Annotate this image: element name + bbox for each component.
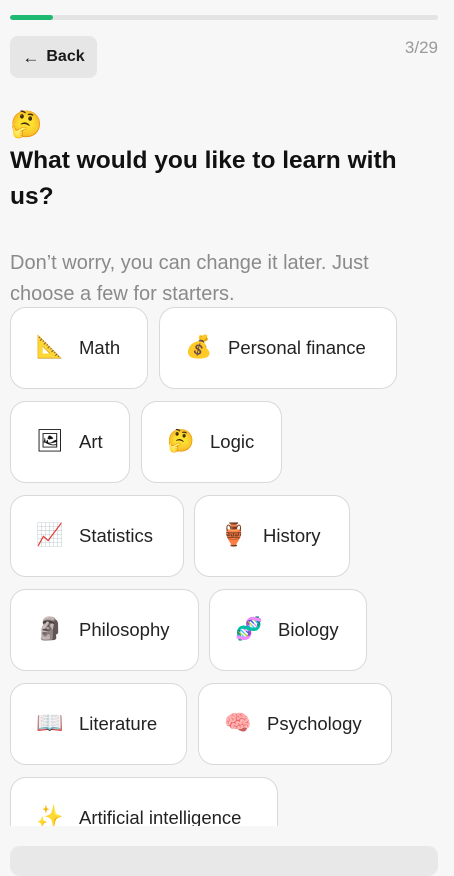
topic-option-label: Artificial intelligence [79, 807, 242, 826]
arrow-left-icon: ← [22, 47, 40, 67]
sparkles-icon: ✨ [36, 805, 64, 827]
money-bag-icon: 💰 [185, 335, 213, 360]
progress-fill [10, 15, 53, 20]
topic-option-label: Statistics [79, 525, 154, 546]
topic-option-artificial-intelligence[interactable]: ✨ Artificial intelligence [10, 777, 278, 826]
chart-increasing-icon: 📈 [36, 523, 64, 548]
topic-option-label: Biology [278, 619, 339, 640]
moai-icon: 🗿 [36, 617, 64, 642]
back-label: Back [46, 48, 85, 65]
page-title: What would you like to learn with us? [10, 147, 397, 210]
topic-option-label: Art [79, 431, 103, 452]
topic-option-logic[interactable]: 🤔 Logic [141, 401, 282, 483]
dna-icon: 🧬 [235, 617, 263, 642]
topic-option-art[interactable]: 🖼 Art [10, 401, 130, 483]
topic-option-label: Logic [210, 431, 255, 452]
back-button[interactable]: ← Back [10, 36, 97, 78]
topic-option-label: Psychology [267, 713, 362, 734]
topic-option-label: Literature [79, 713, 158, 734]
topic-option-biology[interactable]: 🧬 Biology [209, 589, 367, 671]
open-book-icon: 📖 [36, 711, 64, 736]
topic-option-history[interactable]: 🏺 History [194, 495, 350, 577]
topic-option-philosophy[interactable]: 🗿 Philosophy [10, 589, 199, 671]
topic-option-literature[interactable]: 📖 Literature [10, 683, 187, 765]
topic-option-label: Personal finance [228, 337, 366, 358]
topic-option-psychology[interactable]: 🧠 Psychology [198, 683, 392, 765]
topic-option-label: Philosophy [79, 619, 170, 640]
continue-button[interactable] [10, 846, 438, 876]
topic-option-label: Math [79, 337, 121, 358]
framed-picture-icon: 🖼 [36, 429, 64, 454]
thinking-face-icon: 🤔 [167, 429, 195, 454]
topic-options-list[interactable]: 📐 Math 💰 Personal finance 🖼 Art 🤔 Logic … [0, 305, 454, 826]
amphora-icon: 🏺 [220, 523, 248, 548]
step-counter: 3/29 [404, 38, 438, 57]
triangular-ruler-icon: 📐 [36, 335, 64, 360]
thinking-face-icon: 🤔 [10, 110, 43, 140]
topic-option-personal-finance[interactable]: 💰 Personal finance [159, 307, 397, 389]
page-subtitle: Don’t worry, you can change it later. Ju… [10, 252, 369, 305]
topic-option-statistics[interactable]: 📈 Statistics [10, 495, 184, 577]
progress-bar [10, 15, 438, 20]
brain-icon: 🧠 [224, 711, 252, 736]
topic-option-label: History [263, 525, 321, 546]
topic-option-math[interactable]: 📐 Math [10, 307, 148, 389]
